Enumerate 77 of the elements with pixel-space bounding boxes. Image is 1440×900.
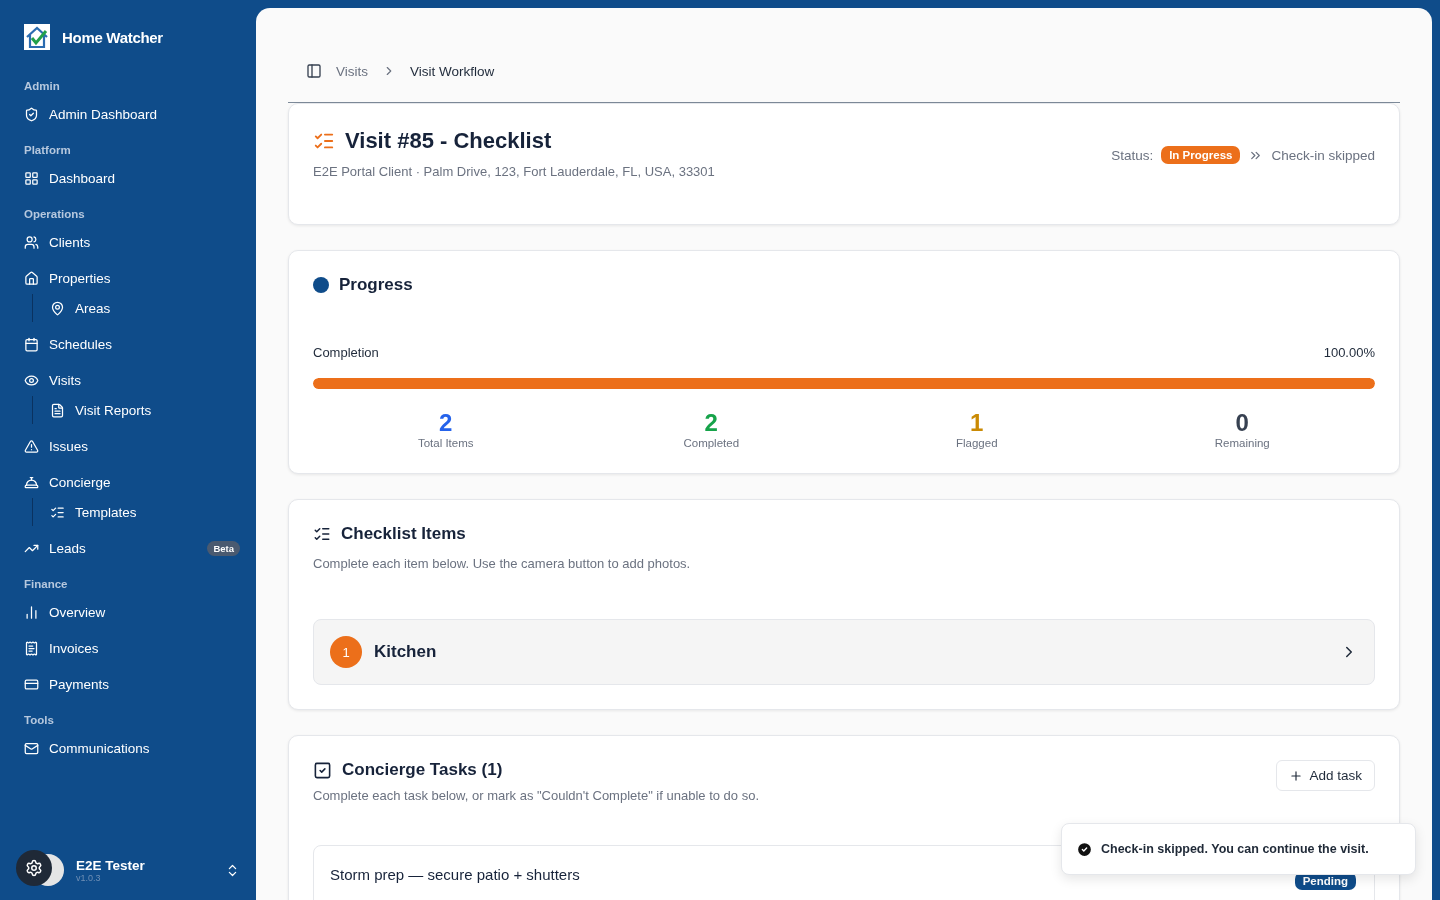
section-title: Operations [24, 208, 86, 220]
stat-value: 2 [438, 409, 454, 437]
section-title: Finance [24, 578, 69, 590]
add-task-button[interactable]: Add task [1276, 760, 1375, 791]
section-title: Platform [24, 144, 72, 156]
stat-label: Total Items [416, 437, 475, 449]
sidebar-item[interactable]: Payments [24, 670, 240, 698]
sidebar-item[interactable]: Clients [24, 228, 240, 256]
checklist-icon [313, 525, 331, 543]
dot-icon [313, 277, 329, 293]
sidebar-item[interactable]: Concierge [24, 468, 240, 496]
card-title: Checklist Items [341, 524, 466, 544]
stat-value: 2 [703, 409, 719, 437]
checkin-status: Check-in skipped [1271, 147, 1375, 163]
grid-icon [24, 170, 39, 186]
bell-icon [24, 474, 39, 490]
mail-icon [24, 740, 39, 756]
stat-label: Remaining [1213, 437, 1271, 449]
sidebar-item[interactable]: Invoices [24, 634, 240, 662]
receipt-icon [24, 640, 39, 656]
stat-label: Flagged [954, 437, 999, 449]
settings-icon [25, 859, 43, 877]
shield-icon [24, 106, 39, 122]
section-title: Admin [24, 80, 61, 92]
area-name: Kitchen [374, 642, 438, 662]
client-address: E2E Portal Client · Palm Drive, 123, Fort Lauderdale, FL, USA, 33301 [313, 164, 715, 179]
version-text: v1.0.3 [76, 872, 102, 883]
logo-icon [24, 24, 50, 50]
sidebar-item[interactable]: Overview [24, 598, 240, 626]
warning-icon [24, 438, 39, 454]
card-description: Complete each task below, or mark as "Couldn't Complete" if unable to do so. [313, 788, 759, 803]
stat-value: 0 [1234, 409, 1250, 437]
task-title: Storm prep — secure patio + shutters [330, 866, 580, 883]
sidebar-item[interactable]: Issues [24, 432, 240, 460]
sidebar-item[interactable]: Templates [50, 498, 240, 526]
breadcrumb-current: Visit Workflow [410, 63, 495, 79]
card-title: Concierge Tasks (1) [342, 760, 503, 780]
users-icon [24, 234, 39, 250]
house-icon [24, 270, 39, 286]
map-pin-icon [50, 300, 65, 316]
stat-label: Completed [682, 437, 741, 449]
breadcrumb-link[interactable]: Visits [336, 63, 368, 79]
section-title: Tools [24, 714, 55, 726]
card-title: Progress [339, 275, 413, 295]
toast-message: Check-in skipped. You can continue the visit. [1101, 842, 1369, 856]
user-name: E2E Tester [76, 857, 146, 873]
status-label: Status: [1111, 147, 1154, 163]
app-name: Home Watcher [62, 28, 163, 46]
eye-icon [24, 372, 39, 388]
card-description: Complete each item below. Use the camera button to add photos. [313, 556, 692, 571]
document-icon [50, 402, 65, 418]
sidebar-item[interactable]: Leads Beta [24, 534, 240, 562]
plus-icon [1289, 768, 1304, 783]
sidebar-item[interactable]: Properties [24, 264, 240, 292]
sidebar-item[interactable]: Visit Reports [50, 396, 240, 424]
sidebar-item[interactable]: Admin Dashboard [24, 100, 240, 128]
check-circle-icon [1076, 840, 1093, 858]
page-title: Visit #85 - Checklist [345, 128, 552, 154]
sidebar-item[interactable]: Communications [24, 734, 240, 762]
beta-badge: Beta [207, 540, 240, 556]
sidebar-toggle-icon[interactable] [306, 63, 322, 79]
checkbox-icon [313, 760, 332, 780]
bar-chart-icon [24, 604, 39, 620]
sidebar-item[interactable]: Visits [24, 366, 240, 394]
stat-value: 1 [969, 409, 985, 437]
status-badge: In Progress [1161, 146, 1241, 164]
area-number: 1 [330, 636, 362, 668]
sidebar-item[interactable]: Dashboard [24, 164, 240, 192]
sidebar-item[interactable]: Areas [50, 294, 240, 322]
card-icon [24, 676, 39, 692]
checklist-icon [50, 504, 65, 520]
settings-button[interactable] [16, 850, 52, 886]
sidebar-item[interactable]: Schedules [24, 330, 240, 358]
completion-reading: 100.00% [1323, 345, 1375, 360]
calendar-icon [24, 336, 39, 352]
area-row[interactable]: 1 Kitchen [313, 619, 1375, 685]
completion-label: Completion [313, 345, 379, 360]
